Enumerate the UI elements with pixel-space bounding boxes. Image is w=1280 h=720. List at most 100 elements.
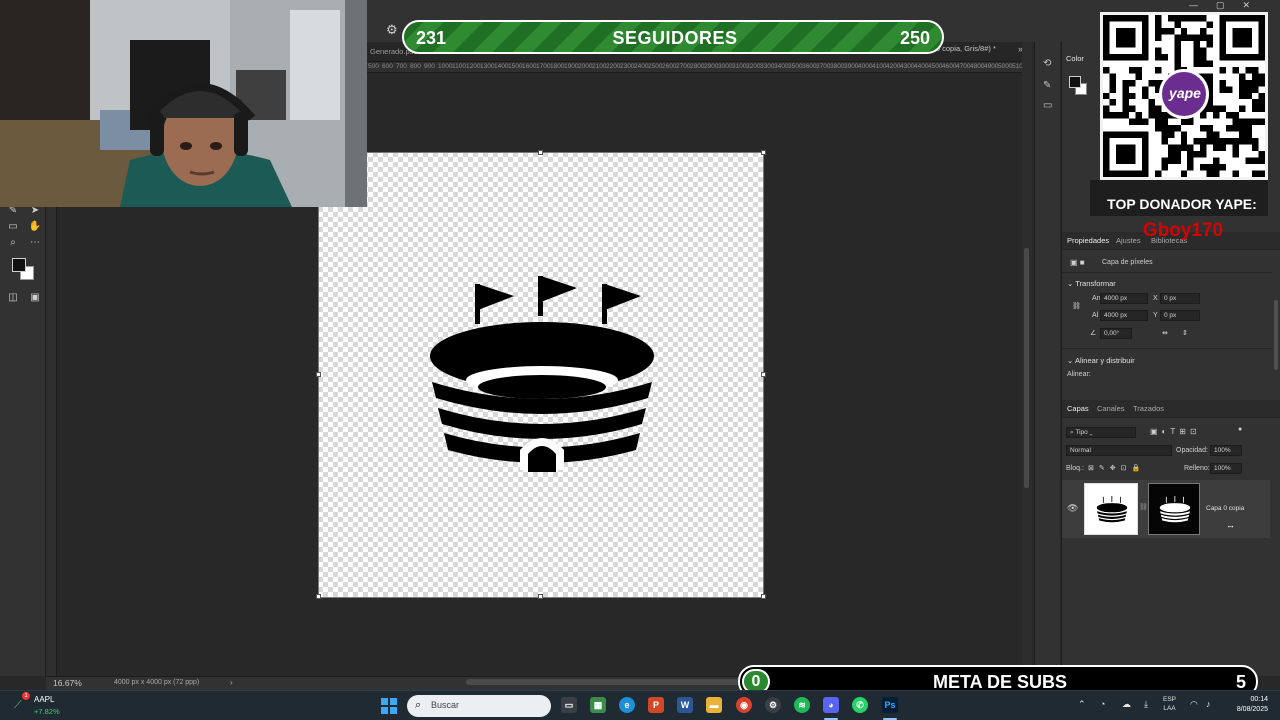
webcam-overlay <box>0 0 367 207</box>
whatsapp-icon[interactable]: ✆ <box>852 697 868 713</box>
flip-vertical-icon[interactable]: ⇕ <box>1182 329 1188 337</box>
align-section-title[interactable]: ⌄ Alinear y distribuir <box>1067 356 1135 365</box>
pixel-layer-label: Capa de píxeles <box>1102 259 1153 266</box>
angle-field[interactable]: 0,00° <box>1100 328 1132 339</box>
layer-name[interactable]: Capa 0 copia <box>1206 505 1244 512</box>
lock-icons[interactable]: ⊠✎✥⊡🔒 <box>1088 464 1145 472</box>
transform-section-title[interactable]: ⌄ Transformar <box>1067 279 1116 288</box>
history-icon[interactable]: ⟲ <box>1043 58 1051 69</box>
spotify-icon[interactable]: ≋ <box>794 697 810 713</box>
taskbar-search-input[interactable]: ⌕ Buscar <box>407 695 551 717</box>
transform-handle[interactable] <box>761 594 766 599</box>
hand-icon[interactable]: ✋ <box>28 220 42 234</box>
ruler-tick-label: 5000 <box>998 63 1013 70</box>
height-field[interactable]: 4000 px <box>1100 310 1148 321</box>
photoshop-icon[interactable]: Ps <box>882 697 898 713</box>
screen-mode-icon[interactable]: ▣ <box>28 291 42 305</box>
windows-start-icon[interactable] <box>381 698 397 714</box>
ruler-tick-label: 1300 <box>480 63 495 70</box>
wifi-icon[interactable]: ◠ <box>1190 699 1198 710</box>
flip-horizontal-icon[interactable]: ⇹ <box>1162 329 1168 337</box>
fill-field[interactable]: 100% <box>1210 463 1242 474</box>
angle-icon: ∠ <box>1090 330 1097 337</box>
brush-settings-icon[interactable]: ✎ <box>1043 80 1051 91</box>
tray-overflow-icon[interactable]: ⌃ <box>1078 699 1086 710</box>
transform-handle[interactable] <box>316 372 321 377</box>
tab-channels[interactable]: Canales <box>1097 404 1125 413</box>
properties-scrollbar[interactable] <box>1274 300 1278 370</box>
layers-tabs: Capas Canales Trazados <box>1062 400 1280 418</box>
blend-mode-select[interactable]: Normal <box>1066 445 1172 456</box>
layer-filter-icons[interactable]: ▣◐T⊞⊡ <box>1150 427 1201 436</box>
ruler-tick-label: 1000 <box>438 63 453 70</box>
tab-layers[interactable]: Capas <box>1067 404 1089 413</box>
tab-properties[interactable]: Propiedades <box>1067 236 1109 245</box>
horizontal-ruler: 500 600 700 800 900 1000 1100 1200 1300 1400 1500 1… <box>366 62 1022 73</box>
visibility-eye-icon[interactable]: 👁 <box>1067 503 1078 514</box>
followers-label: SEGUIDORES <box>612 28 738 48</box>
file-explorer-icon[interactable]: ▬ <box>706 697 722 713</box>
ruler-tick-label: 3600 <box>802 63 817 70</box>
followers-goal: 250 <box>899 28 930 48</box>
ruler-tick-label: 1500 <box>508 63 523 70</box>
transform-handle[interactable] <box>538 594 543 599</box>
transform-handle[interactable] <box>316 594 321 599</box>
powerpoint-icon[interactable]: P <box>648 697 664 713</box>
transform-handle[interactable] <box>761 150 766 155</box>
canvas-vertical-scrollbar[interactable] <box>1022 42 1032 676</box>
store-icon[interactable]: ▦ <box>590 697 606 713</box>
y-field[interactable]: 0 px <box>1160 310 1200 321</box>
opacity-label: Opacidad: <box>1176 447 1208 454</box>
zoom-level[interactable]: 16.67% <box>53 678 82 688</box>
link-icon[interactable]: ⛓ <box>1072 302 1081 310</box>
input-language[interactable]: ESP LAA <box>1163 695 1176 713</box>
ruler-tick-label: 2100 <box>592 63 607 70</box>
notification-badge: 1 <box>22 692 30 700</box>
word-icon[interactable]: W <box>677 697 693 713</box>
width-field[interactable]: 4000 px <box>1100 293 1148 304</box>
gear-icon[interactable]: ⚙ <box>386 22 402 38</box>
ruler-tick-label: 4900 <box>984 63 999 70</box>
status-menu-arrow-icon[interactable]: › <box>230 678 233 687</box>
opacity-field[interactable]: 100% <box>1210 445 1242 456</box>
layer-item[interactable]: 👁 ⛓ Capa 0 copia ↔ <box>1062 480 1270 538</box>
x-label: X <box>1153 295 1158 302</box>
foreground-color-swatch[interactable] <box>1069 76 1081 88</box>
ruler-tick-label: 500 <box>368 63 379 70</box>
ruler-tick-label: 1100 <box>452 63 466 70</box>
mask-link-icon[interactable]: ⛓ <box>1139 503 1148 511</box>
transform-handle[interactable] <box>538 150 543 155</box>
layer-thumbnail[interactable] <box>1084 483 1138 535</box>
tab-color[interactable]: Color <box>1066 54 1084 63</box>
edge-icon[interactable]: e <box>619 697 635 713</box>
ruler-tick-label: 1800 <box>550 63 565 70</box>
filter-toggle-icon[interactable]: ● <box>1238 426 1242 433</box>
transform-handle[interactable] <box>761 372 766 377</box>
ruler-tick-label: 4500 <box>928 63 943 70</box>
tray-cloud-icon[interactable]: ☁ <box>1122 699 1131 710</box>
layer-mask-thumbnail[interactable] <box>1148 483 1200 535</box>
zoom-icon[interactable]: ⌕ <box>6 236 20 250</box>
comments-icon[interactable]: ▭ <box>1043 100 1052 111</box>
tab-paths[interactable]: Trazados <box>1133 404 1164 413</box>
settings-icon[interactable]: ⚙ <box>765 697 781 713</box>
chrome-icon[interactable]: ◉ <box>736 697 752 713</box>
layer-filter-select[interactable]: ⌕ Tipo ⌄ <box>1066 427 1136 438</box>
discord-icon[interactable]: ◕ <box>823 697 839 713</box>
top-donor-label: TOP DONADOR YAPE: <box>1107 196 1257 212</box>
ruler-tick-label: 2900 <box>704 63 719 70</box>
x-field[interactable]: 0 px <box>1160 293 1200 304</box>
system-clock[interactable]: 00:14 8/08/2025 <box>1226 695 1268 715</box>
stock-symbol: AAPL <box>34 695 55 704</box>
quick-mask-icon[interactable]: ◫ <box>6 291 20 305</box>
foreground-color-swatch[interactable] <box>12 258 26 272</box>
tray-download-icon[interactable]: ⤓ <box>1144 699 1148 710</box>
webcam-image <box>0 0 367 207</box>
volume-icon[interactable]: ♪ <box>1206 699 1211 709</box>
tray-app-icon[interactable]: ◔ <box>1100 699 1105 709</box>
ruler-tick-label: 4200 <box>886 63 901 70</box>
ruler-tick-label: 3000 <box>718 63 733 70</box>
task-view-icon[interactable]: ▭ <box>561 697 577 713</box>
rectangle-icon[interactable]: ▭ <box>6 220 20 234</box>
more-tools-icon[interactable]: ⋯ <box>28 236 42 250</box>
